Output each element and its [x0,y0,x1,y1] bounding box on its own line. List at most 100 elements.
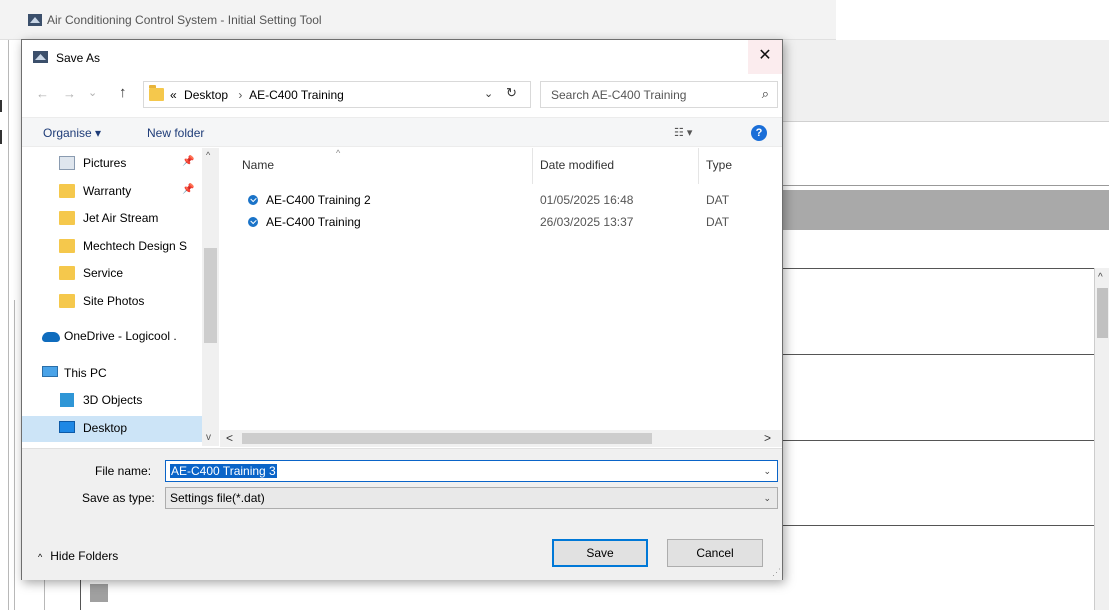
file-name-value[interactable]: AE-C400 Training 3 [170,464,277,478]
scroll-thumb[interactable] [242,433,652,444]
app-fragment [0,130,3,144]
cancel-button[interactable]: Cancel [667,539,763,567]
app-title: Air Conditioning Control System - Initia… [47,13,322,27]
file-row[interactable]: AE-C400 Training 26/03/2025 13:37 DAT [240,211,780,233]
app-vertical-scrollbar[interactable]: ^ [1094,268,1109,610]
breadcrumb-item-current[interactable]: AE-C400 Training [249,88,344,102]
help-icon[interactable]: ? [751,125,767,141]
nav-item-label: Service [83,266,124,280]
search-icon[interactable]: ⌕ [762,86,769,102]
nav-item-warranty[interactable]: Warranty 📌 [22,179,202,205]
chevron-down-icon[interactable]: v [206,432,211,443]
app-icon [28,14,42,26]
pin-icon[interactable]: 📌 [182,156,194,167]
command-bar: Organise ▾ New folder ☷ ▾ ? [22,117,782,147]
desktop-icon [59,421,75,433]
dat-file-icon [248,217,258,227]
chevron-down-icon[interactable]: ⌄ [763,493,771,504]
onedrive-icon [42,332,60,342]
search-box[interactable]: Search AE-C400 Training ⌕ [540,81,778,108]
close-button[interactable]: ✕ [748,40,782,74]
file-name: AE-C400 Training [266,215,361,229]
chevron-right-icon[interactable]: › [238,88,242,102]
app-header-strip [780,190,1109,230]
scroll-right-icon[interactable]: > [764,431,771,445]
app-titlebar: Air Conditioning Control System - Initia… [0,0,836,40]
nav-item-desktop[interactable]: Desktop [22,416,202,442]
organise-button[interactable]: Organise ▾ [43,126,101,140]
hide-folders-button[interactable]: ^ Hide Folders [38,549,118,563]
back-arrow-icon[interactable]: ← [36,86,49,101]
new-folder-button[interactable]: New folder [147,126,204,140]
chevron-down-icon[interactable]: ⌄ [763,466,771,477]
save-as-type-label: Save as type: [82,491,155,505]
save-as-type-select[interactable]: Settings file(*.dat) ⌄ [165,487,778,509]
up-arrow-icon[interactable]: ↑ [119,84,127,101]
file-row[interactable]: AE-C400 Training 2 01/05/2025 16:48 DAT [240,189,780,211]
dialog-app-icon [33,51,48,63]
column-header-type[interactable]: Type [706,158,732,172]
resize-grip-icon[interactable]: ⋰ [772,567,781,578]
recent-locations-icon[interactable]: ⌄ [88,86,97,99]
file-name-input[interactable]: AE-C400 Training 3 ⌄ [165,460,778,482]
navpane-scrollbar[interactable]: ^ [202,148,219,446]
folder-icon [59,211,75,225]
chevron-up-icon: ^ [38,552,43,562]
column-separator[interactable] [532,148,533,184]
column-header-date[interactable]: Date modified [540,158,614,172]
nav-item-pictures[interactable]: Pictures 📌 [22,151,202,177]
filelist-horizontal-scrollbar[interactable]: < > [220,430,782,447]
nav-item-onedrive[interactable]: OneDrive - Logicool . [22,324,202,350]
nav-item-label: Mechtech Design S [83,239,188,253]
chevron-down-icon[interactable]: ⌄ [484,87,493,100]
scroll-up-icon[interactable]: ^ [1098,272,1103,283]
app-frame-line [8,40,9,610]
app-divider [780,185,1109,186]
pictures-icon [59,156,75,170]
navigation-bar: ← → ⌄ ↑ « Desktop › AE-C400 Training ⌄ ↻… [22,76,782,114]
file-date: 26/03/2025 13:37 [540,215,634,229]
column-header-name[interactable]: Name [242,158,274,172]
app-row-divider [780,525,1095,526]
save-as-dialog: Save As ✕ ← → ⌄ ↑ « Desktop › AE-C400 Tr… [21,39,783,580]
navigation-pane: Pictures 📌 Warranty 📌 Jet Air Stream Mec… [22,148,220,446]
hide-folders-label: Hide Folders [50,549,119,563]
nav-item-mechtech-design[interactable]: Mechtech Design S [22,234,202,260]
nav-item-service[interactable]: Service [22,261,202,287]
address-bar[interactable]: « Desktop › AE-C400 Training ⌄ ↻ [143,81,531,108]
refresh-icon[interactable]: ↻ [506,85,517,101]
view-options-icon[interactable]: ☷ ▾ [674,126,692,139]
app-row-divider [780,440,1095,441]
this-pc-icon [42,366,58,377]
save-button[interactable]: Save [552,539,648,567]
file-name: AE-C400 Training 2 [266,193,371,207]
nav-item-3d-objects[interactable]: 3D Objects [22,388,202,414]
file-type: DAT [706,193,730,207]
nav-item-jet-air-stream[interactable]: Jet Air Stream [22,206,202,232]
scroll-thumb[interactable] [204,248,217,343]
nav-item-label: This PC [64,366,107,380]
search-placeholder[interactable]: Search AE-C400 Training [551,88,686,102]
dat-file-icon [248,195,258,205]
nav-item-label: Desktop [83,421,128,435]
breadcrumb-overflow[interactable]: « [170,88,177,102]
nav-item-site-photos[interactable]: Site Photos [22,289,202,315]
folder-icon [149,85,164,101]
scroll-up-icon[interactable]: ^ [206,150,210,160]
file-list: ^ Name Date modified Type AE-C400 Traini… [220,148,782,446]
breadcrumb-item-desktop[interactable]: Desktop [184,88,228,102]
nav-item-label: Pictures [83,156,127,170]
scroll-left-icon[interactable]: < [226,431,233,445]
nav-item-label: Jet Air Stream [83,211,159,225]
sort-ascending-icon: ^ [336,148,341,158]
folder-icon [59,294,75,308]
nav-item-this-pc[interactable]: This PC [22,361,202,387]
save-as-type-value[interactable]: Settings file(*.dat) [170,491,265,505]
app-row-divider [780,354,1095,355]
pin-icon[interactable]: 📌 [182,184,194,195]
column-separator[interactable] [698,148,699,184]
app-fragment [0,100,3,112]
forward-arrow-icon[interactable]: → [63,86,76,101]
scroll-thumb[interactable] [1097,288,1108,338]
folder-icon [59,239,75,253]
